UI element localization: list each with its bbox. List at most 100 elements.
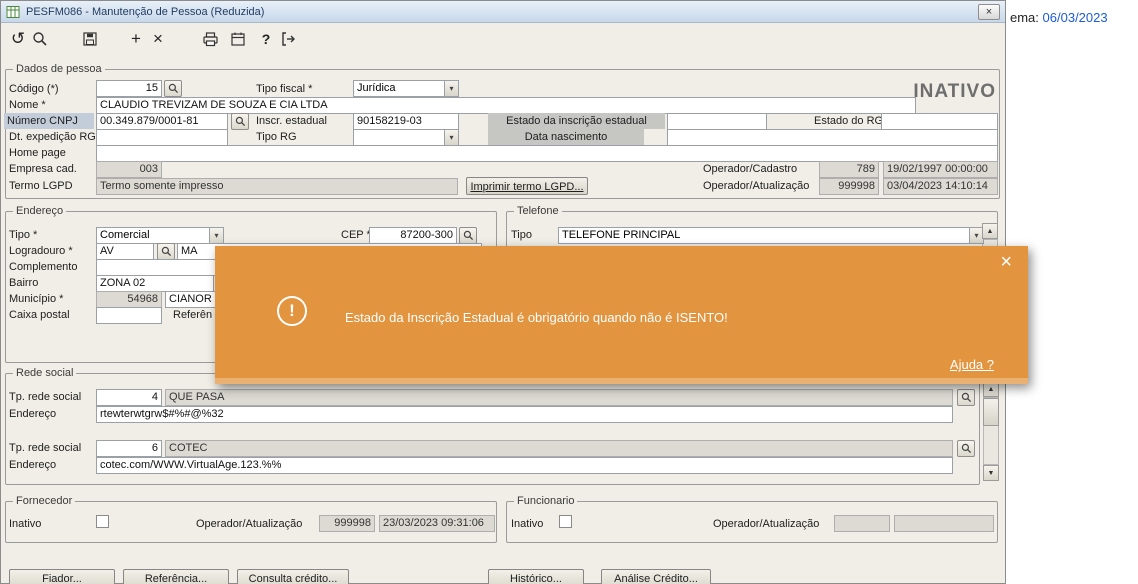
warning-dialog: × ! Estado da Inscrição Estadual é obrig… — [215, 246, 1028, 384]
rede-social-legend: Rede social — [13, 367, 77, 379]
toolbar-undo-button[interactable]: ↺ — [7, 28, 29, 50]
cnpj-field[interactable]: 00.349.879/0001-81 — [96, 113, 228, 130]
toolbar-exit-button[interactable] — [277, 28, 299, 50]
empresa-cad-label: Empresa cad. — [9, 163, 77, 175]
empresa-cad-field: 003 — [96, 161, 162, 178]
rede-social-1-nome-field: QUE PASA — [165, 389, 953, 406]
lookup-icon — [961, 392, 971, 403]
complemento-label: Complemento — [9, 261, 78, 273]
caixa-postal-field[interactable] — [96, 307, 162, 324]
rede-social-2-tp-field[interactable]: 6 — [96, 440, 162, 457]
rede-social-1-tp-field[interactable]: 4 — [96, 389, 162, 406]
data-nascimento-field[interactable] — [667, 129, 998, 146]
app-icon — [6, 5, 20, 18]
toolbar-delete-button[interactable]: × — [147, 28, 169, 50]
toolbar-add-button[interactable]: + — [125, 28, 147, 50]
fornecedor-legend: Fornecedor — [13, 495, 76, 507]
funcionario-operador-id — [834, 515, 890, 532]
funcionario-inativo-label: Inativo — [511, 518, 544, 530]
arrow-up-icon: ▲ — [986, 227, 994, 235]
chevron-down-icon: ▾ — [969, 228, 983, 243]
estado-rg-field[interactable] — [881, 113, 998, 130]
operador-atualizacao-label: Operador/Atualização — [703, 180, 810, 192]
toolbar-help-button[interactable]: ? — [255, 28, 277, 50]
codigo-label: Código (*) — [9, 83, 59, 95]
historico-button[interactable]: Histórico... — [488, 569, 584, 584]
tipo-rg-select[interactable]: ▾ — [353, 129, 459, 146]
rede-social-scroll-down-button[interactable]: ▼ — [983, 465, 999, 481]
exclamation-glyph: ! — [289, 301, 295, 320]
rede-social-2-endereco-field[interactable]: cotec.com/WWW.VirtualAge.123.%% — [96, 457, 953, 474]
fornecedor-inativo-label: Inativo — [9, 518, 42, 530]
dialog-bottom-strip — [215, 378, 1028, 384]
rede-social-scrollbar-thumb[interactable] — [983, 398, 999, 426]
fornecedor-operador-label: Operador/Atualização — [196, 518, 303, 530]
toolbar-print-button[interactable] — [199, 28, 221, 50]
codigo-lookup-button[interactable] — [164, 80, 182, 97]
cnpj-lookup-button[interactable] — [231, 113, 249, 130]
operador-cadastro-timestamp: 19/02/1997 00:00:00 — [883, 161, 998, 178]
close-icon: × — [1000, 251, 1012, 273]
lookup-icon — [161, 246, 171, 257]
funcionario-inativo-checkbox[interactable] — [559, 515, 572, 528]
panel-scroll-up-button[interactable]: ▲ — [982, 223, 998, 239]
dt-expedicao-label: Dt. expedição RG — [9, 131, 96, 143]
imprimir-termo-button[interactable]: Imprimir termo LGPD... — [466, 177, 588, 195]
telefone-legend: Telefone — [514, 205, 562, 217]
rede-social-1-endereco-label: Endereço — [9, 408, 57, 420]
tipo-rg-label: Tipo RG — [256, 131, 297, 143]
fornecedor-inativo-checkbox[interactable] — [96, 515, 109, 528]
telefone-tipo-select[interactable]: TELEFONE PRINCIPAL ▾ — [558, 227, 984, 244]
undo-icon: ↺ — [10, 29, 26, 48]
fiador-button[interactable]: Fiador... — [9, 569, 115, 584]
logradouro-label: Logradouro * — [9, 245, 73, 257]
add-icon: + — [131, 29, 141, 48]
tipo-fiscal-select[interactable]: Jurídica ▾ — [353, 80, 459, 97]
analise-credito-button[interactable]: Análise Crédito... — [601, 569, 711, 584]
lookup-icon — [961, 443, 971, 454]
rede-social-2-tp-label: Tp. rede social — [9, 442, 82, 454]
toolbar-search-button[interactable] — [29, 28, 51, 50]
toolbar-schedule-button[interactable] — [227, 28, 249, 50]
window-close-button[interactable]: × — [978, 3, 1000, 20]
fornecedor-operador-timestamp: 23/03/2023 09:31:06 — [379, 515, 495, 532]
logradouro-tipo-field[interactable]: AV — [96, 243, 154, 260]
termo-lgpd-label: Termo LGPD — [9, 180, 73, 192]
title-bar: PESFM086 - Manutenção de Pessoa (Reduzid… — [1, 1, 1005, 23]
consulta-credito-button[interactable]: Consulta crédito... — [237, 569, 349, 584]
dt-expedicao-field[interactable] — [96, 129, 228, 146]
rede-social-1-lookup-button[interactable] — [957, 389, 975, 406]
warning-icon: ! — [277, 296, 307, 326]
exit-icon — [281, 32, 295, 46]
chevron-down-icon: ▾ — [444, 130, 458, 145]
nome-field[interactable]: CLAUDIO TREVIZAM DE SOUZA E CIA LTDA — [96, 97, 916, 114]
calendar-icon — [231, 32, 245, 46]
funcionario-legend: Funcionario — [514, 495, 578, 507]
rede-social-2-lookup-button[interactable] — [957, 440, 975, 457]
cep-field[interactable]: 87200-300 — [369, 227, 457, 244]
arrow-down-icon: ▼ — [987, 469, 995, 477]
dialog-close-button[interactable]: × — [1000, 252, 1012, 272]
municipio-label: Município * — [9, 293, 64, 305]
caixa-postal-label: Caixa postal — [9, 309, 70, 321]
codigo-field[interactable]: 15 — [96, 80, 162, 97]
toolbar-save-button[interactable] — [79, 28, 101, 50]
system-date-value: 06/03/2023 — [1042, 10, 1108, 25]
rede-social-1-endereco-field[interactable]: rtewterwtgrw$#%#@%32 — [96, 406, 953, 423]
bairro-field[interactable]: ZONA 02 — [96, 275, 214, 292]
cep-lookup-button[interactable] — [459, 227, 477, 244]
telefone-tipo-value: TELEFONE PRINCIPAL — [562, 229, 681, 241]
help-link[interactable]: Ajuda ? — [950, 357, 994, 372]
referencia-button[interactable]: Referência... — [123, 569, 229, 584]
endereco-tipo-select[interactable]: Comercial ▾ — [96, 227, 224, 244]
nome-label: Nome * — [9, 99, 46, 111]
rede-social-1-tp-label: Tp. rede social — [9, 391, 82, 403]
logradouro-lookup-button[interactable] — [157, 243, 175, 260]
estado-inscricao-field[interactable] — [667, 113, 767, 130]
home-page-field[interactable] — [96, 145, 998, 162]
telefone-tipo-label: Tipo — [511, 229, 532, 241]
inscr-estadual-field[interactable]: 90158219-03 — [353, 113, 459, 130]
lookup-icon — [463, 230, 473, 241]
inscr-estadual-label: Inscr. estadual — [256, 115, 327, 127]
home-page-label: Home page — [9, 147, 66, 159]
